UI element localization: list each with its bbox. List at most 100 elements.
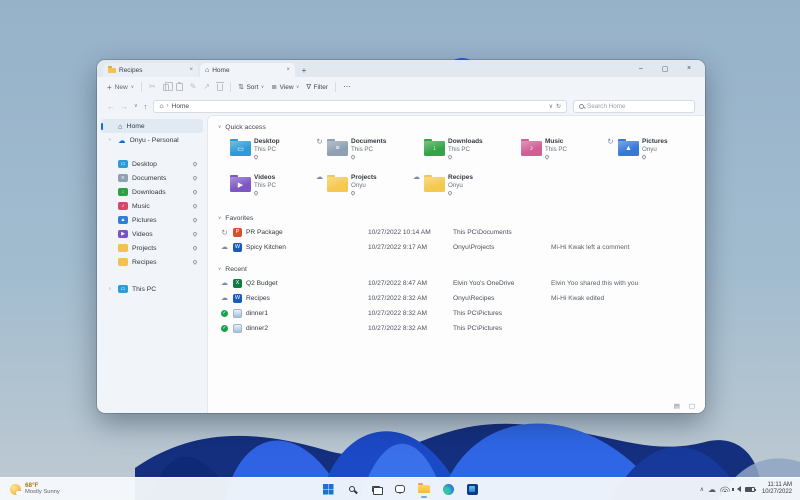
new-button[interactable]: + New ∨ (107, 83, 134, 92)
sidebar-item-music[interactable]: ♪ Music (101, 199, 203, 213)
favorites-list: P PR Package 10/27/2022 10:14 AM This PC… (218, 225, 705, 255)
close-button[interactable]: × (677, 65, 701, 72)
section-header-recent[interactable]: ∨ Recent (218, 262, 705, 276)
wifi-icon[interactable] (719, 486, 730, 492)
recent-list: X Q2 Budget 10/27/2022 8:47 AM Elvin Yoo… (218, 276, 705, 336)
volume-icon[interactable] (731, 486, 741, 492)
edge-button[interactable] (440, 481, 456, 497)
tile-recipes[interactable]: RecipesOnyu (412, 172, 509, 203)
section-title: Recent (225, 265, 247, 273)
folder-icon (118, 244, 128, 252)
collapse-icon[interactable]: ∨ (218, 215, 221, 221)
paste-icon[interactable] (175, 82, 183, 91)
section-header-quick-access[interactable]: ∨ Quick access (218, 120, 705, 134)
recent-locations-icon[interactable]: ∨ (134, 103, 138, 109)
sidebar-item-documents[interactable]: ≡ Documents (101, 171, 203, 185)
search-input[interactable] (587, 102, 689, 110)
store-button[interactable] (464, 481, 480, 497)
divider (230, 82, 232, 92)
close-tab-icon[interactable]: × (286, 67, 290, 73)
file-explorer-button[interactable] (416, 481, 432, 498)
tile-documents[interactable]: ≡ DocumentsThis PC (315, 136, 412, 167)
filter-icon: ∇ (306, 84, 312, 91)
file-date: 10/27/2022 9:17 AM (368, 244, 428, 251)
file-row-dinner2[interactable]: dinner2 10/27/2022 8:32 AM This PC\Pictu… (218, 321, 705, 336)
tile-projects[interactable]: ProjectsOnyu (315, 172, 412, 203)
search-button[interactable] (344, 481, 360, 497)
start-button[interactable] (320, 481, 336, 497)
back-icon[interactable]: ← (107, 102, 115, 111)
sidebar-item-recipes[interactable]: Recipes (101, 255, 203, 269)
image-file-icon (233, 324, 242, 333)
copy-icon[interactable] (162, 81, 174, 91)
documents-icon: ≡ (118, 174, 128, 182)
clock[interactable]: 11:11 AM 10/27/2022 (762, 482, 792, 496)
weather-temp: 68°F (25, 482, 39, 489)
file-date: 10/27/2022 10:14 AM (368, 229, 431, 236)
expand-icon[interactable]: › (109, 286, 114, 292)
tile-desktop[interactable]: ▭ Desktop This PC (218, 136, 315, 167)
tile-location: Onyu (448, 181, 463, 189)
breadcrumb[interactable]: Home (172, 103, 189, 110)
chat-button[interactable] (392, 481, 408, 497)
share-icon[interactable]: ↗ (203, 83, 210, 91)
tile-videos[interactable]: ▶ Videos This PC (218, 172, 315, 203)
task-view-button[interactable] (368, 481, 384, 497)
rename-icon[interactable]: ✎ (190, 83, 197, 91)
folder-icon: ▭ (230, 138, 251, 156)
weather-widget[interactable]: 68°F Mostly Sunny (0, 482, 60, 496)
sidebar-item-this-pc[interactable]: › ▭ This PC (101, 282, 203, 296)
view-button[interactable]: ≣ View ∨ (271, 83, 299, 92)
file-row-pr-package[interactable]: P PR Package 10/27/2022 10:14 AM This PC… (218, 225, 705, 240)
details-view-icon[interactable]: ▤ (674, 402, 680, 410)
pin-icon (641, 154, 647, 160)
collapse-icon[interactable]: ∨ (218, 124, 221, 130)
search-box[interactable] (573, 99, 695, 113)
expand-icon[interactable]: › (109, 137, 114, 143)
cut-icon[interactable]: ✂ (149, 83, 156, 91)
address-dropdown-icon[interactable]: ∨ (549, 103, 553, 110)
section-title: Quick access (225, 123, 266, 131)
file-row-spicy-kitchen[interactable]: W Spicy Kitchen 10/27/2022 9:17 AM Onyu\… (218, 240, 705, 255)
tile-music[interactable]: ♪ Music This PC (509, 136, 606, 167)
up-icon[interactable]: ↑ (144, 102, 148, 111)
home-icon: ⌂ (159, 102, 164, 110)
sidebar-item-home[interactable]: ⌂ Home (101, 119, 203, 133)
sidebar-item-onedrive[interactable]: › ☁ Onyu - Personal (101, 133, 203, 147)
delete-icon[interactable] (216, 81, 225, 91)
new-tab-button[interactable]: + (297, 66, 311, 75)
section-header-favorites[interactable]: ∨ Favorites (218, 211, 705, 225)
tab-recipes[interactable]: Recipes × (103, 63, 198, 77)
address-bar[interactable]: ⌂ › Home ∨ ↻ (153, 99, 567, 113)
large-icons-view-icon[interactable]: ▢ (689, 402, 695, 410)
minimize-button[interactable]: – (629, 65, 653, 72)
tile-pictures[interactable]: ▲ PicturesOnyu (606, 136, 703, 167)
forward-icon[interactable]: → (121, 102, 129, 111)
sidebar-item-projects[interactable]: Projects (101, 241, 203, 255)
close-tab-icon[interactable]: × (189, 67, 193, 73)
battery-icon[interactable] (744, 486, 756, 492)
collapse-icon[interactable]: ∨ (218, 266, 221, 272)
refresh-icon[interactable]: ↻ (556, 103, 561, 110)
file-row-dinner1[interactable]: dinner1 10/27/2022 8:32 AM This PC\Pictu… (218, 306, 705, 321)
file-row-q2-budget[interactable]: X Q2 Budget 10/27/2022 8:47 AM Elvin Yoo… (218, 276, 705, 291)
sidebar-item-pictures[interactable]: ▲ Pictures (101, 213, 203, 227)
sort-button[interactable]: ⇅ Sort ∨ (238, 83, 264, 92)
more-options-icon[interactable]: ⋯ (343, 83, 351, 91)
pin-icon (350, 154, 356, 160)
tray-overflow-icon[interactable]: ∧ (700, 486, 704, 493)
tile-downloads[interactable]: ↓ Downloads This PC (412, 136, 509, 167)
maximize-button[interactable]: ▢ (653, 65, 677, 73)
file-name: Spicy Kitchen (246, 244, 286, 251)
sidebar-item-videos[interactable]: ▶ Videos (101, 227, 203, 241)
pin-icon (192, 231, 198, 237)
file-date: 10/27/2022 8:47 AM (368, 280, 428, 287)
onedrive-tray-icon[interactable]: ☁ (708, 485, 716, 494)
tab-home[interactable]: ⌂ Home × (200, 63, 295, 77)
filter-button[interactable]: ∇ Filter (306, 83, 328, 92)
sidebar-item-desktop[interactable]: ▭ Desktop (101, 157, 203, 171)
music-icon: ♪ (118, 202, 128, 210)
file-row-recipes[interactable]: W Recipes 10/27/2022 8:32 AM Onyu\Recipe… (218, 291, 705, 306)
cloud-status-icon (412, 174, 421, 182)
sidebar-item-downloads[interactable]: ↓ Downloads (101, 185, 203, 199)
